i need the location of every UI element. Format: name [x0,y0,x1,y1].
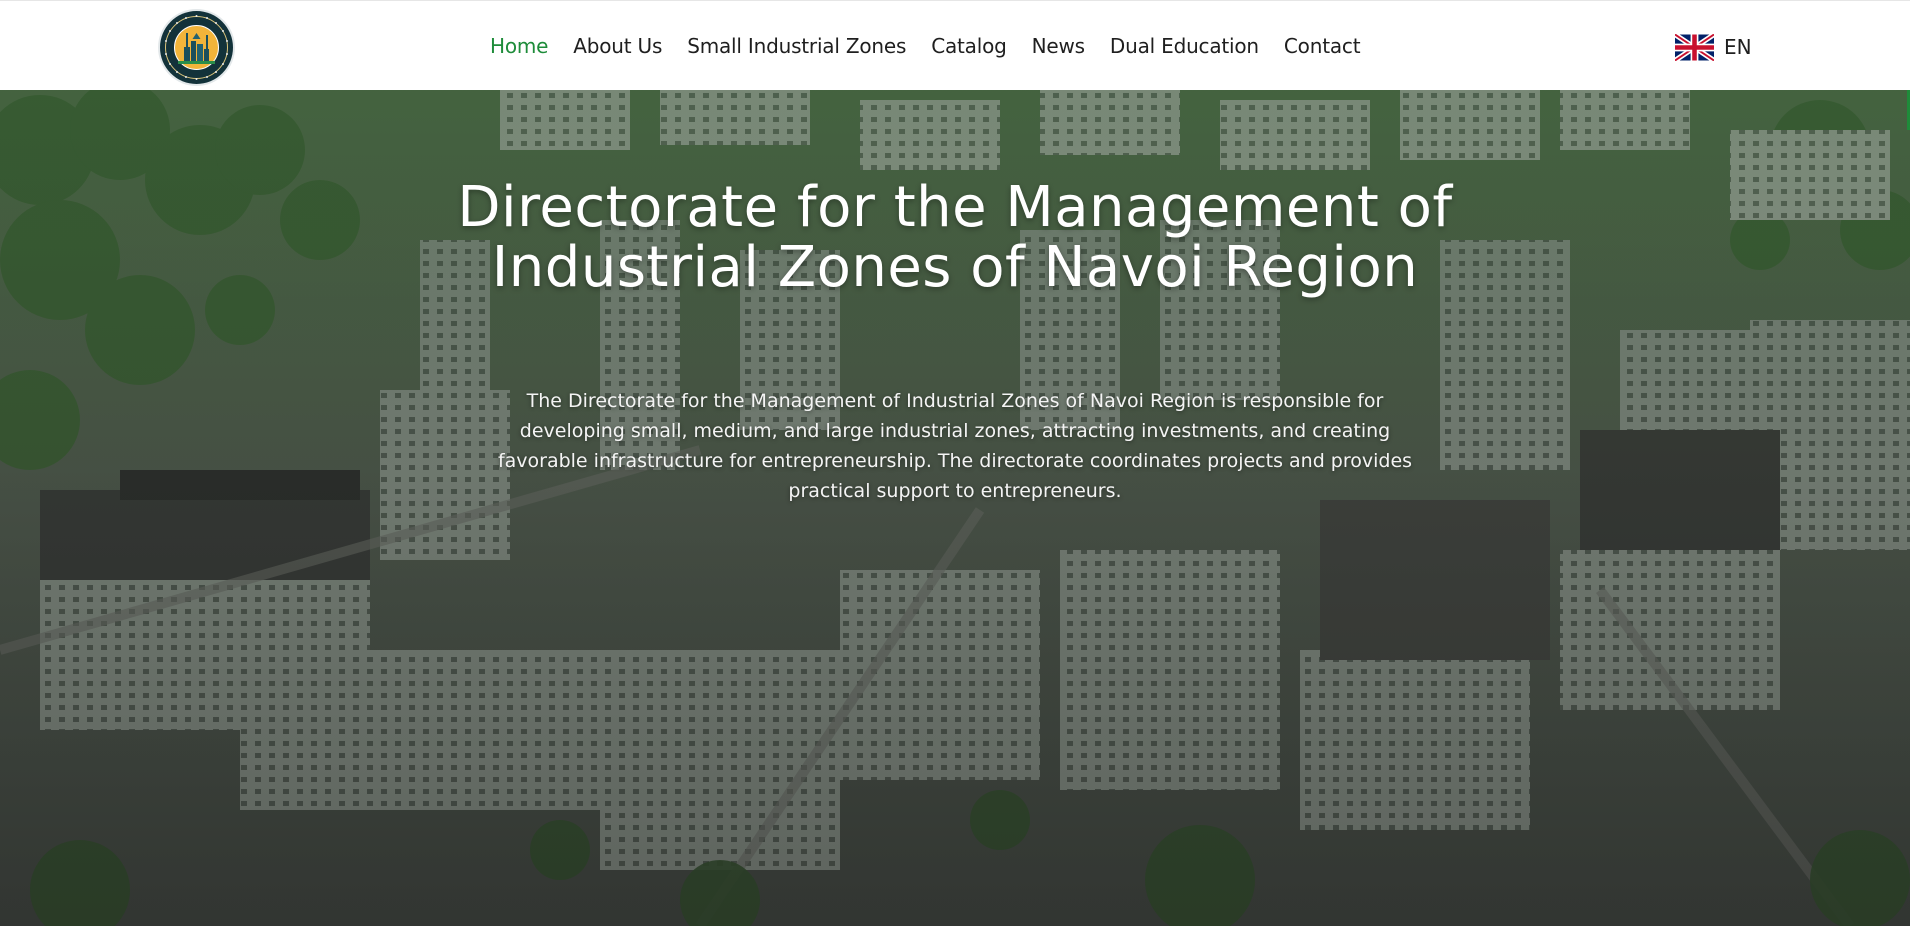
nav-dual-education-link[interactable]: Dual Education [1110,34,1259,58]
site-logo[interactable] [160,11,233,84]
uk-flag-icon [1675,33,1714,61]
hero-section: Directorate for the Management of Indust… [0,90,1910,926]
nav-home-link[interactable]: Home [490,34,548,58]
nav-news-link[interactable]: News [1032,34,1085,58]
nav-contact-link[interactable]: Contact [1284,34,1361,58]
nav-about-us-link[interactable]: About Us [573,34,662,58]
language-switcher[interactable]: EN [1675,33,1752,61]
site-header: Home About Us Small Industrial Zones Cat… [0,0,1910,90]
main-navigation: Home About Us Small Industrial Zones Cat… [490,1,1361,91]
organization-seal-icon [161,12,232,83]
hero-description: The Directorate for the Management of In… [497,390,1413,502]
language-code: EN [1724,35,1752,59]
nav-small-industrial-zones-link[interactable]: Small Industrial Zones [687,34,906,58]
hero-title: Directorate for the Management of Indust… [457,175,1453,300]
nav-catalog-link[interactable]: Catalog [931,34,1007,58]
